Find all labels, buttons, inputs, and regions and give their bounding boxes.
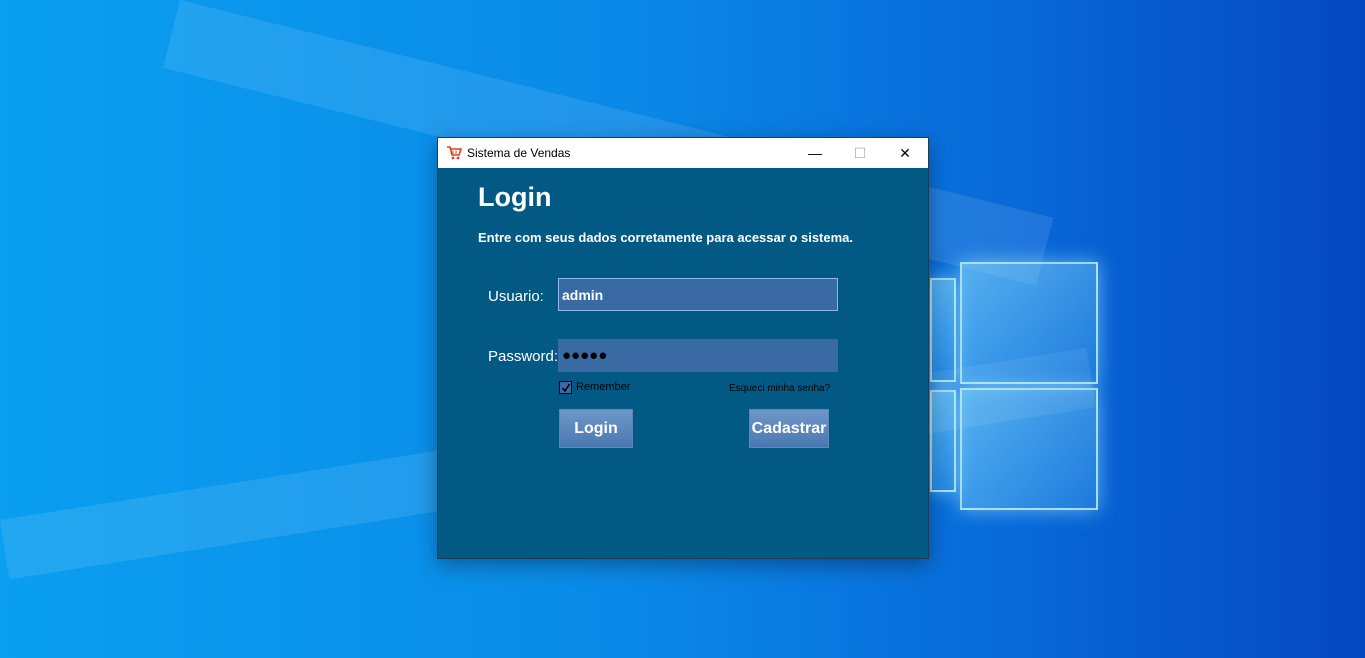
windows-logo-pane bbox=[960, 388, 1098, 510]
login-button[interactable]: Login bbox=[559, 409, 633, 448]
remember-checkbox[interactable] bbox=[559, 381, 572, 394]
page-subtitle: Entre com seus dados corretamente para a… bbox=[478, 230, 854, 245]
username-label: Usuario: bbox=[488, 288, 544, 305]
windows-logo-pane bbox=[930, 278, 956, 382]
close-button[interactable]: ✕ bbox=[882, 138, 928, 168]
page-title: Login bbox=[478, 182, 552, 212]
minimize-button[interactable]: — bbox=[792, 138, 838, 168]
remember-label: Remember bbox=[576, 381, 631, 393]
shopping-cart-icon bbox=[447, 146, 462, 160]
forgot-password-link[interactable]: Esqueci minha senha? bbox=[729, 383, 830, 394]
window-title: Sistema de Vendas bbox=[467, 146, 571, 160]
maximize-button[interactable]: ☐ bbox=[837, 138, 883, 168]
password-label: Password: bbox=[488, 348, 559, 365]
login-window: Sistema de Vendas — ☐ ✕ Login Entre com … bbox=[437, 137, 929, 559]
password-input[interactable] bbox=[558, 339, 838, 372]
checkmark-icon bbox=[561, 383, 570, 392]
register-button[interactable]: Cadastrar bbox=[749, 409, 829, 448]
windows-logo-pane bbox=[930, 390, 956, 492]
username-input[interactable] bbox=[558, 278, 838, 311]
title-bar[interactable]: Sistema de Vendas — ☐ ✕ bbox=[438, 138, 928, 168]
windows-logo-pane bbox=[960, 262, 1098, 384]
